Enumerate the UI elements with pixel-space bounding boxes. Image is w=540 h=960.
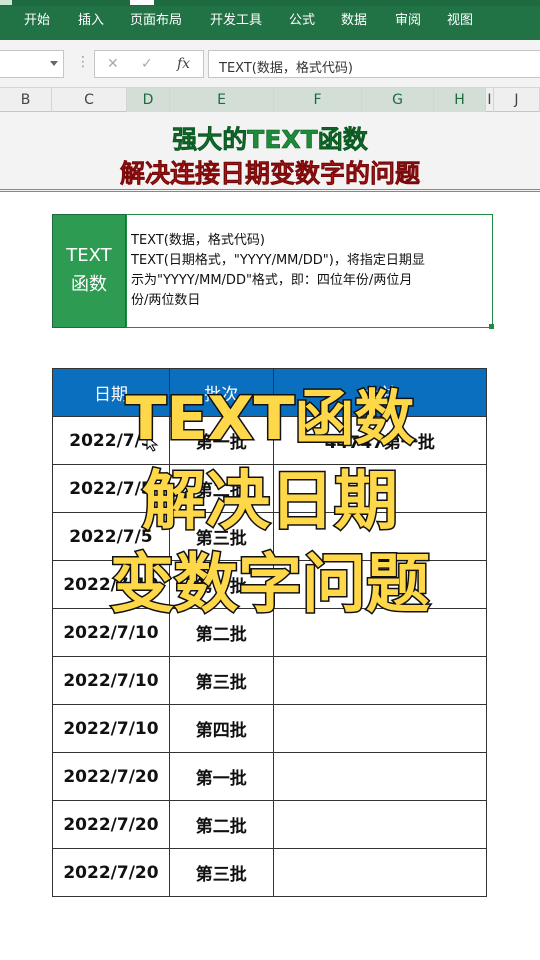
menu-formulas[interactable]: 公式 bbox=[289, 9, 315, 28]
check-icon[interactable]: ✓ bbox=[141, 56, 153, 72]
merge-cell[interactable] bbox=[272, 800, 488, 849]
formula-bar: ⋮ ✕ ✓ fx TEXT(数据，格式代码) bbox=[0, 40, 540, 88]
description-line: TEXT(日期格式，"YYYY/MM/DD")，将指定日期显 bbox=[131, 253, 425, 268]
ribbon-top-strip bbox=[0, 0, 540, 6]
function-label-line2: 函数 bbox=[71, 274, 107, 295]
name-box[interactable] bbox=[0, 50, 64, 78]
batch-cell[interactable]: 第四批 bbox=[168, 704, 274, 753]
menu-developer[interactable]: 开发工具 bbox=[210, 9, 262, 28]
title-banner: 强大的TEXT函数 解决连接日期变数字的问题 bbox=[0, 112, 540, 192]
overlay-caption-line2: 解决日期 bbox=[141, 464, 400, 541]
batch-cell[interactable]: 第一批 bbox=[168, 752, 274, 801]
menu-page-layout[interactable]: 页面布局 bbox=[130, 9, 182, 28]
table-row: 2022/7/20 第二批 bbox=[52, 800, 488, 849]
fill-handle[interactable] bbox=[489, 324, 494, 329]
description-line: 份/两位数日 bbox=[131, 293, 201, 308]
description-line: 示为"YYYY/MM/DD"格式，即：四位年份/两位月 bbox=[131, 273, 413, 288]
menu-home[interactable]: 开始 bbox=[24, 9, 50, 28]
banner-subtitle: 解决连接日期变数字的问题 bbox=[119, 159, 421, 189]
table-row: 2022/7/10 第三批 bbox=[52, 656, 488, 705]
column-header-c[interactable]: C bbox=[52, 88, 127, 112]
merge-cell[interactable] bbox=[272, 656, 488, 705]
date-cell[interactable]: 2022/7/10 bbox=[52, 704, 170, 753]
more-options-icon[interactable]: ⋮ bbox=[76, 54, 90, 70]
overlay-caption-line3: 变数字问题 bbox=[109, 547, 432, 624]
batch-cell[interactable]: 第二批 bbox=[168, 800, 274, 849]
function-label-line1: TEXT bbox=[66, 245, 112, 266]
merge-cell[interactable] bbox=[272, 704, 488, 753]
batch-cell[interactable]: 第三批 bbox=[168, 848, 274, 897]
table-row: 2022/7/10 第四批 bbox=[52, 704, 488, 753]
insert-function-icon[interactable]: fx bbox=[177, 56, 190, 72]
column-header-h[interactable]: H bbox=[434, 88, 486, 112]
table-row: 2022/7/20 第三批 bbox=[52, 848, 488, 897]
date-cell[interactable]: 2022/7/20 bbox=[52, 752, 170, 801]
date-cell[interactable]: 2022/7/20 bbox=[52, 848, 170, 897]
column-header-i[interactable]: I bbox=[486, 88, 494, 112]
banner-title: 强大的TEXT函数 bbox=[172, 125, 368, 155]
function-description-cell[interactable]: TEXT(数据，格式代码) TEXT(日期格式，"YYYY/MM/DD")，将指… bbox=[126, 214, 493, 328]
column-headers: B C D E F G H I J bbox=[0, 88, 540, 112]
cancel-icon[interactable]: ✕ bbox=[107, 56, 119, 72]
merge-cell[interactable] bbox=[272, 848, 488, 897]
menu-review[interactable]: 审阅 bbox=[395, 9, 421, 28]
date-cell[interactable]: 2022/7/10 bbox=[52, 656, 170, 705]
formula-input[interactable]: TEXT(数据，格式代码) bbox=[208, 50, 540, 78]
date-cell[interactable]: 2022/7/20 bbox=[52, 800, 170, 849]
column-header-b[interactable]: B bbox=[0, 88, 52, 112]
quick-access-marker bbox=[0, 0, 12, 5]
active-tab-marker bbox=[130, 0, 154, 5]
formula-buttons: ✕ ✓ fx bbox=[94, 50, 204, 78]
table-row: 2022/7/20 第一批 bbox=[52, 752, 488, 801]
batch-cell[interactable]: 第三批 bbox=[168, 656, 274, 705]
column-header-d[interactable]: D bbox=[127, 88, 170, 112]
column-header-f[interactable]: F bbox=[274, 88, 362, 112]
function-label-cell[interactable]: TEXT 函数 bbox=[52, 214, 126, 328]
description-line: TEXT(数据，格式代码) bbox=[131, 233, 265, 248]
column-header-g[interactable]: G bbox=[362, 88, 434, 112]
column-header-e[interactable]: E bbox=[170, 88, 274, 112]
menu-view[interactable]: 视图 bbox=[447, 9, 473, 28]
menu-insert[interactable]: 插入 bbox=[78, 9, 104, 28]
merge-cell[interactable] bbox=[272, 752, 488, 801]
overlay-caption-line1: TEXT函数 bbox=[124, 383, 416, 456]
ribbon-menu-bar: 开始 插入 页面布局 开发工具 公式 数据 审阅 视图 bbox=[0, 0, 540, 40]
column-header-j[interactable]: J bbox=[494, 88, 540, 112]
menu-data[interactable]: 数据 bbox=[341, 9, 367, 28]
chevron-down-icon[interactable] bbox=[50, 61, 58, 66]
